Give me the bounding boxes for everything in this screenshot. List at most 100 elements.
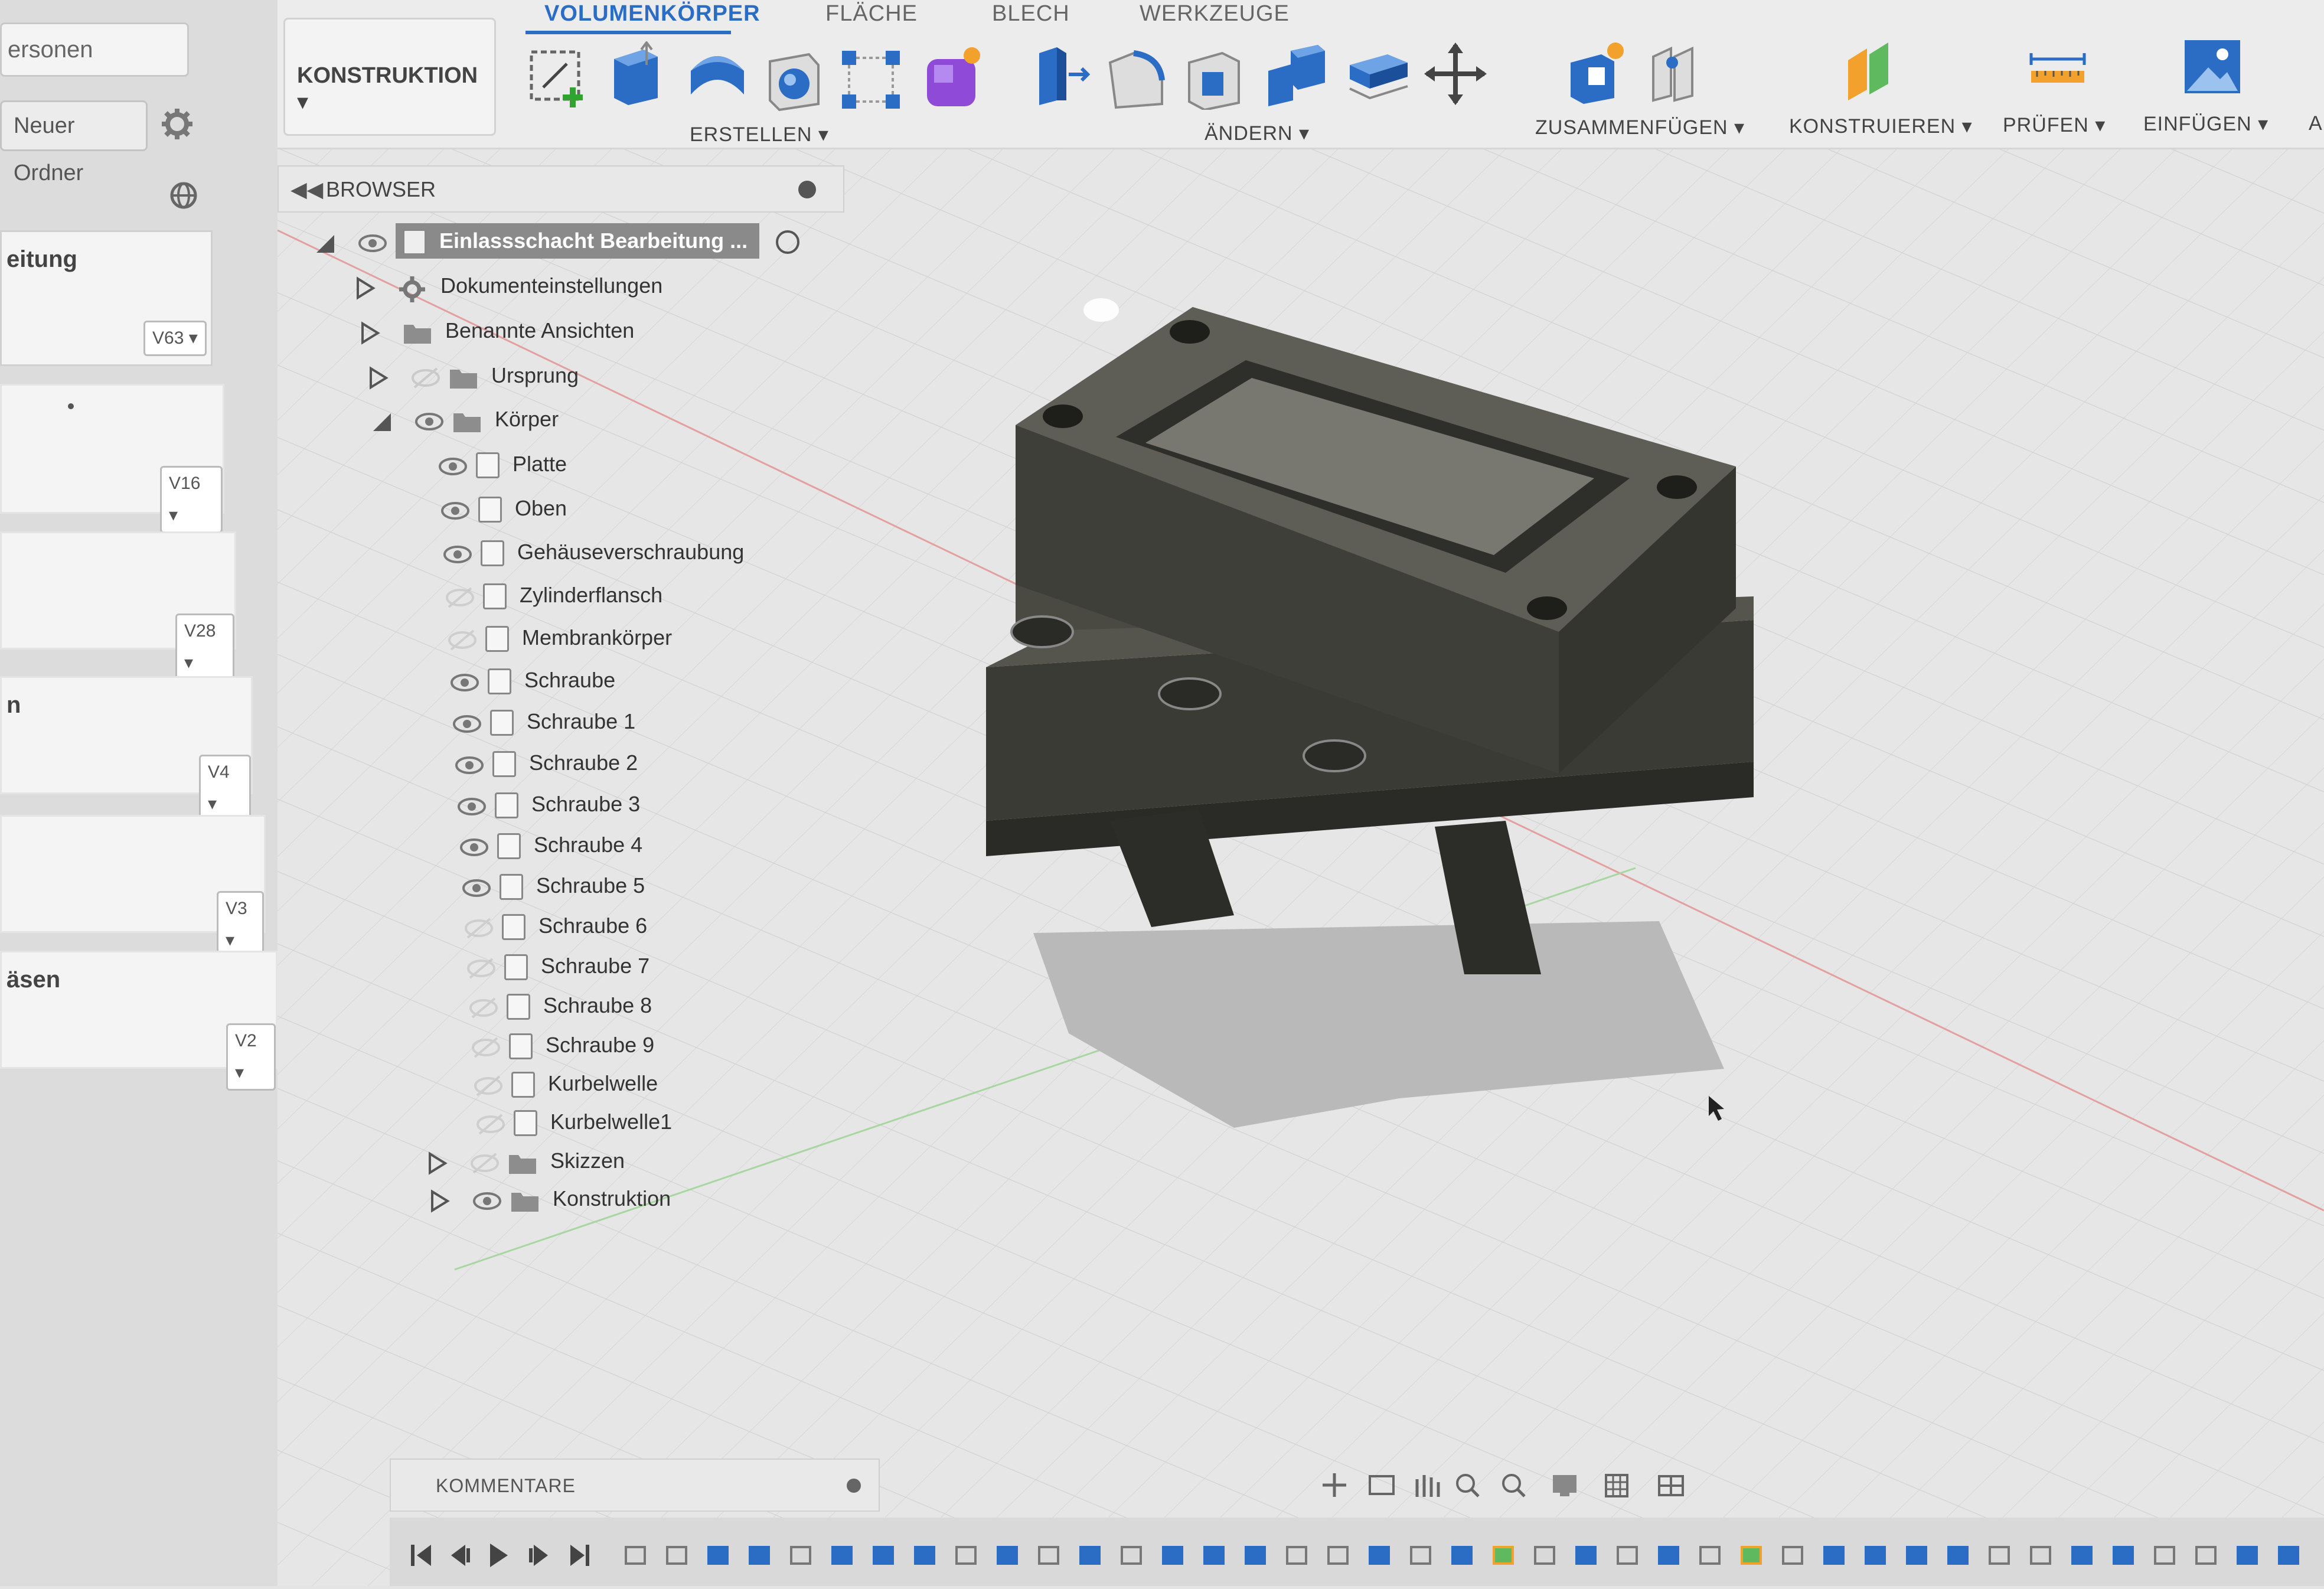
tree-folder-construction[interactable]: Konstruktion xyxy=(427,1181,671,1216)
eye-hidden-icon[interactable] xyxy=(471,1035,501,1059)
collapse-icon[interactable]: ◀◀ xyxy=(290,177,323,202)
tree-body[interactable]: Zylinderflansch xyxy=(445,577,662,613)
eye-icon[interactable] xyxy=(457,794,487,817)
move-icon[interactable] xyxy=(1423,41,1488,106)
eye-icon[interactable] xyxy=(472,1188,502,1212)
grid-settings-icon[interactable] xyxy=(1605,1474,1628,1497)
tree-folder-doc-settings[interactable]: Dokumenteinstellungen xyxy=(353,268,662,304)
tab-volumenkoerper[interactable]: VOLUMENKÖRPER xyxy=(544,1,760,27)
eye-hidden-icon[interactable] xyxy=(470,1150,500,1174)
collapsed-icon[interactable] xyxy=(358,320,390,345)
group-pruefen[interactable]: PRÜFEN ▾ xyxy=(2003,113,2106,137)
list-item[interactable]: äsen V2 ▾ xyxy=(0,951,278,1091)
browser-header[interactable]: ◀◀ BROWSER xyxy=(278,165,844,213)
list-item[interactable]: V28 ▾ xyxy=(0,531,236,681)
gear-icon[interactable] xyxy=(159,106,195,142)
new-component-icon[interactable] xyxy=(1565,39,1630,104)
eye-hidden-icon[interactable] xyxy=(466,955,496,980)
tree-body[interactable]: Schraube 2 xyxy=(455,745,638,781)
tab-flaeche[interactable]: FLÄCHE xyxy=(825,1,918,27)
new-folder-button[interactable]: Neuer Ordner xyxy=(0,100,148,185)
insert-image-icon[interactable] xyxy=(2179,34,2244,99)
eye-icon[interactable] xyxy=(443,541,472,565)
look-at-icon[interactable] xyxy=(1369,1475,1395,1495)
list-item[interactable]: V16 ▾ xyxy=(0,384,224,533)
tree-body[interactable]: Kurbelwelle1 xyxy=(476,1104,672,1140)
eye-hidden-icon[interactable] xyxy=(448,627,477,651)
eye-hidden-icon[interactable] xyxy=(445,585,475,609)
collapsed-icon[interactable] xyxy=(427,1188,459,1213)
timeline-first-icon[interactable] xyxy=(411,1545,431,1566)
eye-icon[interactable] xyxy=(414,409,444,432)
group-konstruieren[interactable]: KONSTRUIEREN ▾ xyxy=(1789,115,1973,138)
tree-folder-origin[interactable]: Ursprung xyxy=(366,358,579,393)
tree-body[interactable]: Schraube 1 xyxy=(452,704,635,739)
tree-body[interactable]: Schraube 8 xyxy=(469,988,652,1023)
viewports-icon[interactable] xyxy=(1658,1475,1684,1496)
group-aendern[interactable]: ÄNDERN ▾ xyxy=(1205,122,1310,145)
tree-folder-sketches[interactable]: Skizzen xyxy=(425,1143,625,1179)
globe-settings-icon[interactable] xyxy=(168,180,201,213)
version-badge[interactable]: V2 ▾ xyxy=(226,1023,276,1091)
orbit-icon[interactable] xyxy=(1323,1473,1346,1497)
tree-body[interactable]: Oben xyxy=(440,491,567,526)
timeline-prev-icon[interactable] xyxy=(451,1545,470,1566)
tree-body[interactable]: Schraube 4 xyxy=(459,827,642,863)
collapsed-icon[interactable] xyxy=(366,365,398,390)
version-badge[interactable]: V63 ▾ xyxy=(143,321,207,356)
fillet-icon[interactable] xyxy=(1104,45,1169,110)
list-item[interactable]: V3 ▾ xyxy=(0,815,266,958)
create-sketch-icon[interactable] xyxy=(525,46,590,111)
workspace-switcher[interactable]: KONSTRUKTION ▾ xyxy=(283,18,496,136)
tree-folder-named-views[interactable]: Benannte Ansichten xyxy=(358,313,634,348)
timeline-play-icon[interactable] xyxy=(490,1544,508,1567)
eye-hidden-icon[interactable] xyxy=(469,995,498,1019)
combine-icon[interactable] xyxy=(1264,41,1329,106)
pattern-icon[interactable] xyxy=(838,47,903,112)
tree-body[interactable]: Schraube 9 xyxy=(471,1027,654,1063)
display-settings-icon[interactable] xyxy=(1553,1475,1576,1496)
minimize-icon[interactable] xyxy=(798,181,816,198)
eye-icon[interactable] xyxy=(459,834,489,858)
extrude-icon[interactable] xyxy=(602,41,667,106)
list-item[interactable]: eitung V63 ▾ xyxy=(0,230,213,366)
add-comment-icon[interactable] xyxy=(847,1479,861,1493)
eye-icon[interactable] xyxy=(455,752,484,776)
collapsed-icon[interactable] xyxy=(353,275,385,301)
eye-icon[interactable] xyxy=(450,670,479,693)
eye-hidden-icon[interactable] xyxy=(411,365,440,389)
timeline-last-icon[interactable] xyxy=(570,1545,589,1566)
sweep-icon[interactable] xyxy=(762,47,827,112)
tree-body[interactable]: Platte xyxy=(438,446,567,482)
tree-body[interactable]: Membrankörper xyxy=(448,620,672,655)
joint-icon[interactable] xyxy=(1641,39,1706,104)
eye-hidden-icon[interactable] xyxy=(464,915,494,939)
version-badge[interactable]: V28 ▾ xyxy=(175,614,234,681)
eye-hidden-icon[interactable] xyxy=(476,1111,505,1136)
timeline-next-icon[interactable] xyxy=(529,1545,548,1566)
tree-body[interactable]: Schraube xyxy=(450,663,615,698)
search-input[interactable]: ersonen xyxy=(0,22,189,77)
group-zusammenfuegen[interactable]: ZUSAMMENFÜGEN ▾ xyxy=(1535,116,1745,139)
press-pull-icon[interactable] xyxy=(1027,41,1092,106)
zoom-icon[interactable] xyxy=(1456,1474,1480,1497)
pan-hand-icon[interactable] xyxy=(1415,1475,1440,1497)
eye-icon[interactable] xyxy=(462,875,491,899)
offset-face-icon[interactable] xyxy=(1346,41,1411,106)
tree-body[interactable]: Schraube 7 xyxy=(466,948,649,984)
comments-panel[interactable]: KOMMENTARE xyxy=(390,1459,880,1512)
measure-icon[interactable] xyxy=(2025,35,2090,100)
tree-body[interactable]: Schraube 6 xyxy=(464,908,647,944)
tab-werkzeuge[interactable]: WERKZEUGE xyxy=(1140,1,1290,27)
offset-plane-icon[interactable] xyxy=(1836,37,1901,102)
tree-body[interactable]: Kurbelwelle xyxy=(474,1066,658,1101)
version-badge[interactable]: V16 ▾ xyxy=(160,466,223,533)
zoom-window-icon[interactable] xyxy=(1502,1474,1526,1497)
form-icon[interactable] xyxy=(921,45,986,110)
tab-blech[interactable]: BLECH xyxy=(992,1,1070,27)
tree-body[interactable]: Schraube 3 xyxy=(457,787,640,822)
tree-body[interactable]: Schraube 5 xyxy=(462,868,645,903)
eye-icon[interactable] xyxy=(440,498,470,521)
group-more[interactable]: A xyxy=(2309,112,2323,135)
list-item[interactable]: n V4 ▾ xyxy=(0,676,253,822)
